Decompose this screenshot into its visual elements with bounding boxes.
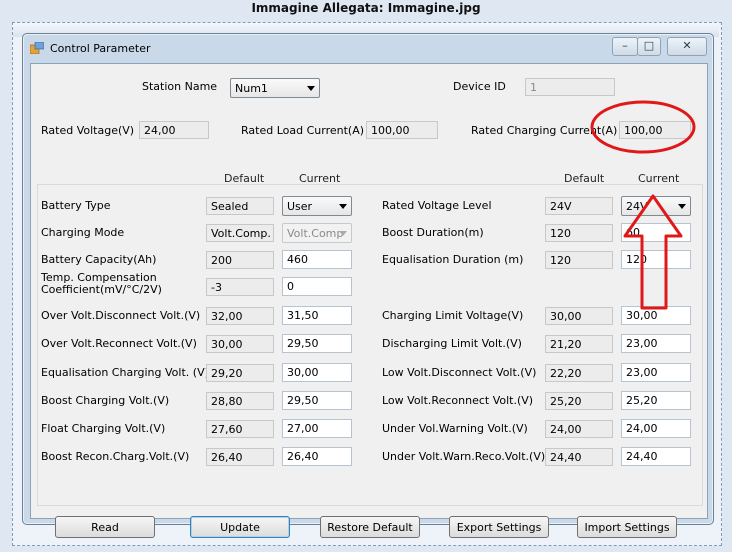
discharging-limit-volt-label: Discharging Limit Volt.(V): [382, 337, 522, 350]
over-volt-disconnect-label: Over Volt.Disconnect Volt.(V): [41, 309, 201, 322]
close-icon: ✕: [682, 39, 692, 52]
boost-recon-charg-volt-input[interactable]: 26,40: [282, 447, 352, 466]
rated-charging-current-label: Rated Charging Current(A): [471, 124, 618, 137]
over-volt-disconnect-default: 32,00: [206, 307, 274, 325]
chevron-down-icon: [339, 204, 347, 209]
low-volt-reconnect-label: Low Volt.Reconnect Volt.(V): [382, 394, 534, 407]
equalisation-duration-default: 120: [545, 251, 613, 269]
station-name-value: Num1: [235, 82, 268, 95]
over-volt-disconnect-input[interactable]: 31,50: [282, 306, 352, 325]
float-charging-volt-input[interactable]: 27,00: [282, 419, 352, 438]
battery-type-current: User: [287, 200, 313, 213]
restore-default-button[interactable]: Restore Default: [320, 516, 420, 538]
charging-mode-label: Charging Mode: [41, 226, 125, 239]
window-client-area: Station Name Num1 Device ID 1 Rated Volt…: [30, 63, 708, 538]
boost-charging-volt-input[interactable]: 29,50: [282, 391, 352, 410]
battery-capacity-input[interactable]: 460: [282, 250, 352, 269]
equalisation-duration-label: Equalisation Duration (m): [382, 253, 524, 266]
float-charging-volt-default: 27,60: [206, 420, 274, 438]
boost-duration-default: 120: [545, 224, 613, 242]
maximize-icon: □: [643, 39, 655, 52]
title-bar[interactable]: Control Parameter – □ ✕: [23, 34, 713, 62]
under-vol-warning-volt-input[interactable]: 24,00: [621, 419, 691, 438]
battery-capacity-default: 200: [206, 251, 274, 269]
under-vol-warning-volt-label: Under Vol.Warning Volt.(V): [382, 422, 528, 435]
window-title: Control Parameter: [50, 42, 151, 55]
boost-duration-input[interactable]: 60: [621, 223, 691, 242]
station-name-dropdown[interactable]: Num1: [230, 78, 320, 98]
rated-voltage-label: Rated Voltage(V): [41, 124, 135, 137]
battery-capacity-label: Battery Capacity(Ah): [41, 253, 157, 266]
minimize-button[interactable]: –: [612, 37, 638, 56]
equalisation-charging-volt-default: 29,20: [206, 364, 274, 382]
charging-mode-default: Volt.Comp.: [206, 224, 274, 242]
left-default-header: Default: [224, 172, 265, 185]
charging-limit-voltage-input[interactable]: 30,00: [621, 306, 691, 325]
battery-type-dropdown[interactable]: User: [282, 196, 352, 216]
under-volt-warn-reco-volt-default: 24,40: [545, 448, 613, 466]
boost-recon-charg-volt-label: Boost Recon.Charg.Volt.(V): [41, 450, 190, 463]
chevron-down-icon: [339, 231, 347, 236]
rated-load-current-field[interactable]: 100,00: [366, 121, 438, 139]
boost-recon-charg-volt-default: 26,40: [206, 448, 274, 466]
app-icon: [30, 42, 44, 54]
charging-mode-dropdown[interactable]: Volt.Comp: [282, 223, 352, 243]
right-current-header: Current: [638, 172, 680, 185]
update-button[interactable]: Update: [190, 516, 290, 538]
equalisation-duration-input[interactable]: 120: [621, 250, 691, 269]
discharging-limit-volt-input[interactable]: 23,00: [621, 334, 691, 353]
under-vol-warning-volt-default: 24,00: [545, 420, 613, 438]
close-button[interactable]: ✕: [667, 37, 707, 56]
temp-compensation-input[interactable]: 0: [282, 277, 352, 296]
rated-voltage-level-dropdown[interactable]: 24V: [621, 196, 691, 216]
charging-limit-voltage-label: Charging Limit Voltage(V): [382, 309, 524, 322]
low-volt-disconnect-label: Low Volt.Disconnect Volt.(V): [382, 366, 537, 379]
rated-voltage-field[interactable]: 24,00: [139, 121, 209, 139]
rated-voltage-level-label: Rated Voltage Level: [382, 199, 492, 212]
station-name-label: Station Name: [142, 80, 218, 93]
maximize-button[interactable]: □: [637, 37, 661, 56]
charging-limit-voltage-default: 30,00: [545, 307, 613, 325]
boost-charging-volt-default: 28,80: [206, 392, 274, 410]
under-volt-warn-reco-volt-input[interactable]: 24,40: [621, 447, 691, 466]
under-volt-warn-reco-volt-label: Under Volt.Warn.Reco.Volt.(V): [382, 450, 546, 463]
temp-compensation-default: -3: [206, 278, 274, 296]
equalisation-charging-volt-label: Equalisation Charging Volt. (V): [41, 366, 209, 379]
boost-charging-volt-label: Boost Charging Volt.(V): [41, 394, 170, 407]
equalisation-charging-volt-input[interactable]: 30,00: [282, 363, 352, 382]
export-settings-button[interactable]: Export Settings: [449, 516, 549, 538]
battery-type-label: Battery Type: [41, 199, 111, 212]
rated-charging-current-field[interactable]: 100,00: [619, 121, 691, 139]
over-volt-reconnect-default: 30,00: [206, 335, 274, 353]
discharging-limit-volt-default: 21,20: [545, 335, 613, 353]
rated-voltage-level-default: 24V: [545, 197, 613, 215]
left-current-header: Current: [299, 172, 341, 185]
image-caption: Immagine Allegata: Immagine.jpg: [251, 1, 481, 15]
rated-load-current-label: Rated Load Current(A): [241, 124, 365, 137]
over-volt-reconnect-input[interactable]: 29,50: [282, 334, 352, 353]
temp-compensation-label-line2: Coefficient(mV/°C/2V): [41, 283, 162, 296]
low-volt-disconnect-default: 22,20: [545, 364, 613, 382]
chevron-down-icon: [307, 86, 315, 91]
low-volt-reconnect-input[interactable]: 25,20: [621, 391, 691, 410]
device-id-field[interactable]: 1: [525, 78, 615, 96]
chevron-down-icon: [678, 204, 686, 209]
read-button[interactable]: Read: [55, 516, 155, 538]
over-volt-reconnect-label: Over Volt.Reconnect Volt.(V): [41, 337, 197, 350]
float-charging-volt-label: Float Charging Volt.(V): [41, 422, 166, 435]
low-volt-disconnect-input[interactable]: 23,00: [621, 363, 691, 382]
minimize-icon: –: [622, 39, 628, 52]
device-id-label: Device ID: [453, 80, 506, 93]
rated-voltage-level-current: 24V: [626, 200, 648, 213]
charging-mode-current: Volt.Comp: [287, 227, 344, 240]
right-default-header: Default: [564, 172, 605, 185]
import-settings-button[interactable]: Import Settings: [577, 516, 677, 538]
low-volt-reconnect-default: 25,20: [545, 392, 613, 410]
control-parameter-window: Control Parameter – □ ✕ Station Name Num…: [22, 33, 714, 538]
boost-duration-label: Boost Duration(m): [382, 226, 484, 239]
battery-type-default: Sealed: [206, 197, 274, 215]
